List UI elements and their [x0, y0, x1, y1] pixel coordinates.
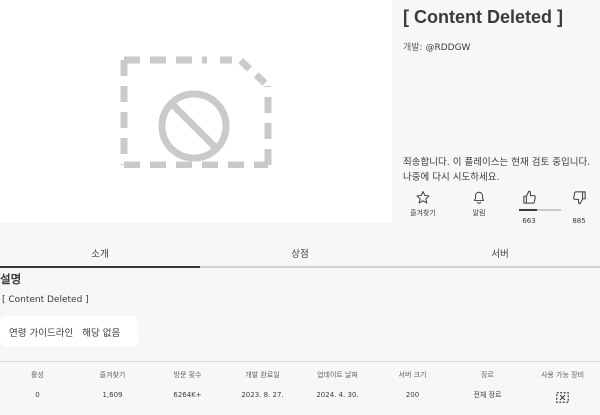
place-thumbnail	[0, 0, 392, 222]
favorite-button[interactable]: 즐겨찾기	[403, 190, 443, 218]
stat-label: 장르	[481, 371, 494, 379]
star-icon	[416, 191, 430, 204]
stat-devices: 사용 가능 장비	[525, 369, 600, 407]
stat-updated: 업데이트 날짜 2024. 4. 30.	[300, 369, 375, 407]
vote-ratio-fill	[519, 209, 538, 211]
age-guideline-label: 연령 가이드라인	[9, 327, 74, 339]
stat-favorites: 즐겨찾기 1,609	[75, 369, 150, 407]
stats-row: 활성 0 즐겨찾기 1,609 방문 횟수 6264K+ 개발 완료일 2023. 8.…	[0, 369, 600, 407]
tab-servers[interactable]: 서버	[400, 244, 600, 268]
detail-tabs: 소개 상점 서버	[0, 244, 600, 268]
notify-label: 알림	[472, 209, 486, 217]
stat-label: 활성	[31, 371, 44, 379]
vote-ratio-bar	[519, 209, 561, 211]
age-guideline-box: 연령 가이드라인 해당 없음	[0, 316, 138, 347]
review-notice: 죄송합니다. 이 플레이스는 현재 검토 중입니다. 나중에 다시 시도하세요.	[403, 157, 591, 183]
tab-about[interactable]: 소개	[0, 244, 200, 268]
stat-value: 1,609	[102, 391, 123, 399]
place-info: [ Content Deleted ] 개발: @RDDGW	[403, 5, 595, 53]
stat-value: 2023. 8. 27.	[241, 391, 284, 399]
stat-label: 사용 가능 장비	[540, 371, 585, 379]
stat-label: 업데이트 날짜	[317, 371, 358, 379]
upvote-button[interactable]: 663	[511, 190, 547, 225]
stat-label: 즐겨찾기	[99, 371, 126, 379]
upvote-count: 663	[522, 217, 536, 225]
stat-server-size: 서버 크기 200	[375, 369, 450, 407]
unavailable-device-icon	[556, 392, 569, 403]
content-deleted-placeholder-icon	[120, 56, 272, 168]
stat-created: 개발 완료일 2023. 8. 27.	[225, 369, 300, 407]
description-heading: 설명	[0, 272, 22, 286]
stat-value: 0	[35, 391, 40, 399]
description-text: [ Content Deleted ]	[2, 295, 89, 305]
favorite-label: 즐겨찾기	[410, 209, 436, 217]
thumbs-up-icon	[522, 190, 536, 204]
tab-store[interactable]: 상점	[200, 244, 400, 268]
stats-divider	[0, 361, 600, 362]
creator-label: 개발:	[403, 43, 426, 53]
stat-value: 전체 장르	[473, 391, 502, 399]
stat-label: 개발 완료일	[245, 371, 280, 379]
stat-label: 방문 횟수	[173, 371, 202, 379]
thumbs-down-icon	[572, 191, 586, 205]
creator-line: 개발: @RDDGW	[403, 40, 595, 53]
creator-link[interactable]: @RDDGW	[425, 43, 470, 53]
downvote-count: 885	[572, 217, 586, 225]
place-actions: 즐겨찾기 알림 663 885	[403, 190, 598, 225]
stat-visits: 방문 횟수 6264K+	[150, 369, 225, 407]
stat-label: 서버 크기	[398, 371, 427, 379]
stat-active: 활성 0	[0, 369, 75, 407]
age-guideline-value: 해당 없음	[82, 327, 121, 339]
stat-value: 6264K+	[173, 391, 202, 399]
stat-genre: 장르전체 장르	[450, 369, 525, 407]
place-title: [ Content Deleted ]	[403, 7, 563, 27]
downvote-button[interactable]: 885	[561, 190, 597, 225]
bell-icon	[473, 191, 485, 204]
stat-value: 200	[405, 391, 420, 399]
notify-button[interactable]: 알림	[461, 190, 497, 218]
stat-value: 2024. 4. 30.	[316, 391, 359, 399]
